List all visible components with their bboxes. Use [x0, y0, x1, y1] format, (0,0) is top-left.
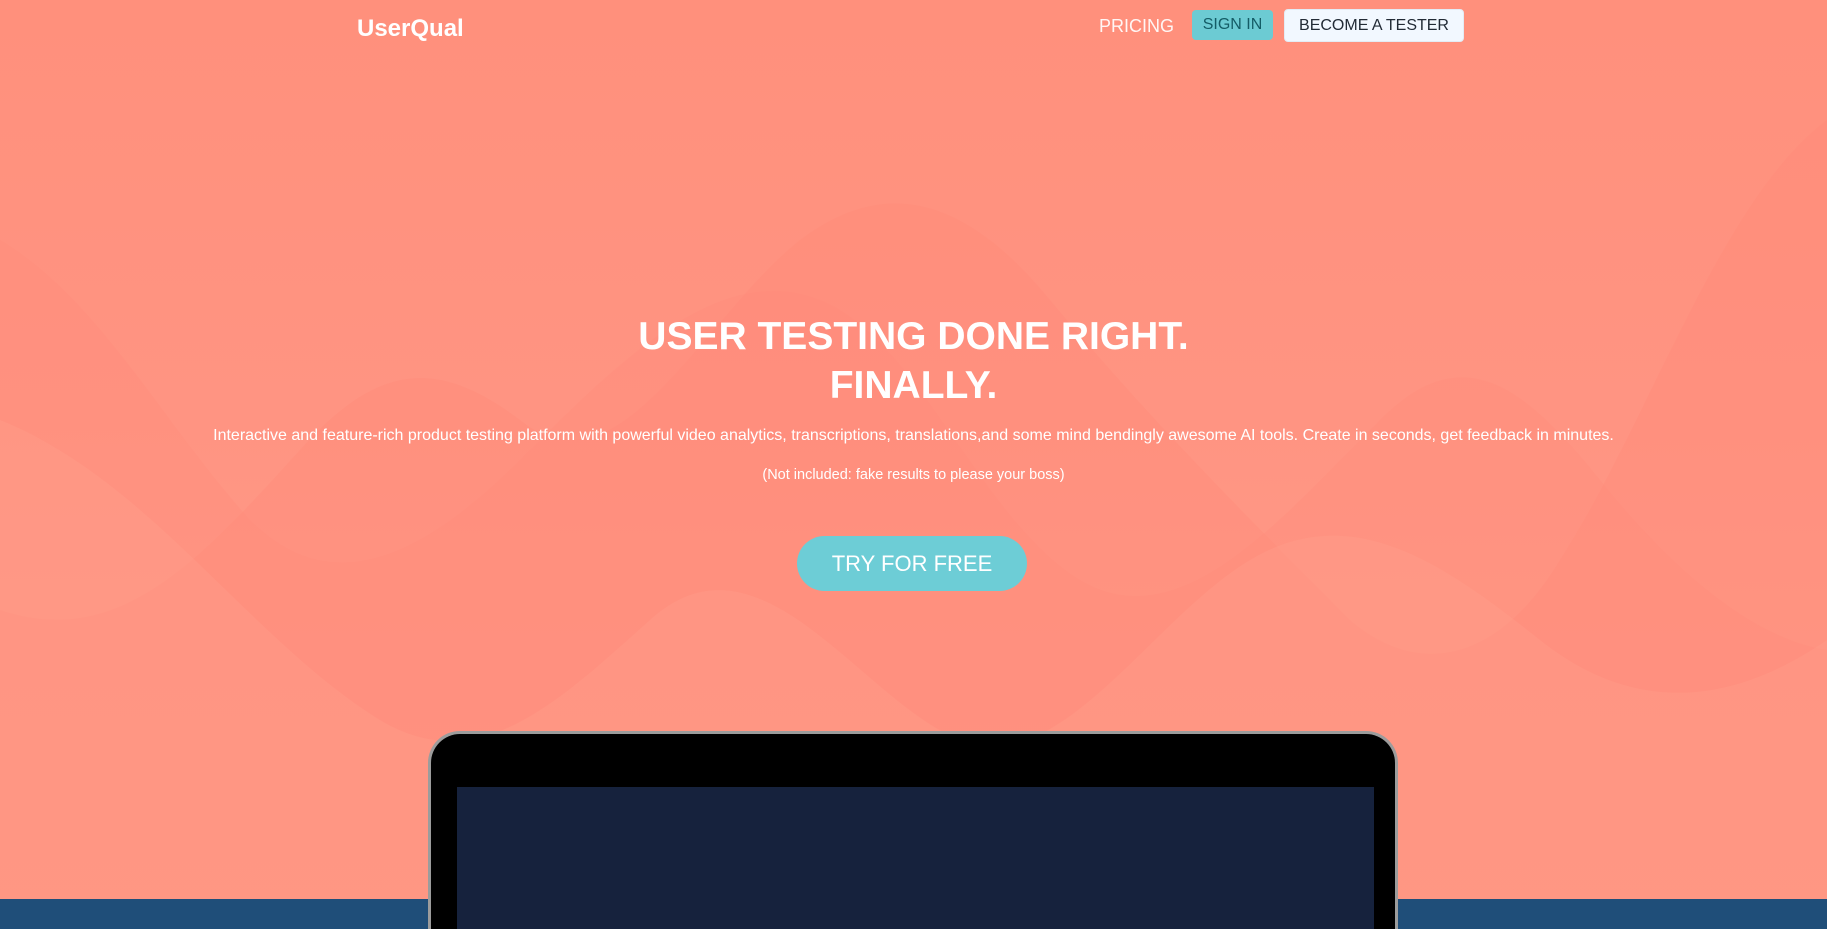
hero-title: USER TESTING DONE RIGHT. FINALLY. [0, 312, 1827, 410]
logo-link[interactable]: UserQual [357, 15, 464, 43]
hero-title-line2: FINALLY. [829, 364, 998, 407]
laptop-mockup [428, 731, 1398, 929]
become-tester-button[interactable]: BECOME A TESTER [1284, 9, 1464, 42]
hero-note: (Not included: fake results to please yo… [762, 467, 1065, 483]
hero-description: Interactive and feature-rich product tes… [213, 427, 1614, 444]
try-for-free-button[interactable]: TRY FOR FREE [797, 536, 1027, 591]
laptop-screen [457, 787, 1374, 929]
sign-in-button[interactable]: SIGN IN [1192, 10, 1273, 40]
nav-pricing-link[interactable]: PRICING [1099, 16, 1174, 37]
hero-title-line1: USER TESTING DONE RIGHT. [638, 315, 1189, 358]
landing-page: UserQual PRICING SIGN IN BECOME A TESTER… [0, 0, 1827, 929]
